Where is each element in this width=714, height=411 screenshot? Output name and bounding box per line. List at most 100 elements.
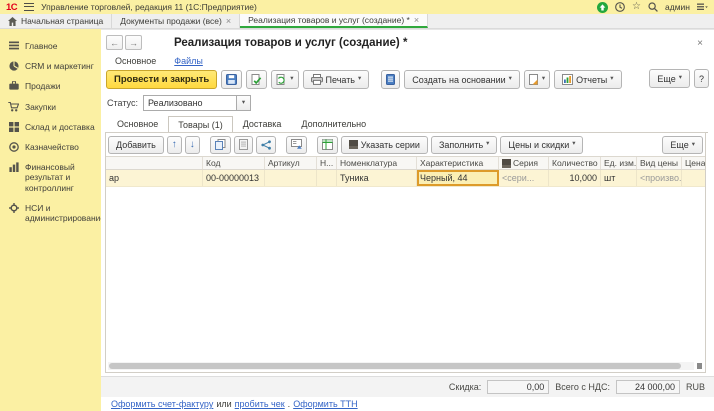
column-header-code[interactable]: Код (203, 157, 265, 169)
series-icon (502, 159, 511, 168)
discount-field[interactable]: 0,00 (487, 380, 549, 394)
sidebar-item-label: CRM и маркетинг (25, 61, 94, 71)
tab-sales-documents[interactable]: Документы продажи (все) × (112, 14, 240, 28)
column-header-price[interactable]: Цена (682, 157, 705, 169)
attached-files-button[interactable] (381, 70, 400, 89)
main-menu-icon[interactable] (24, 3, 34, 11)
move-up-button[interactable]: ↑ (167, 136, 182, 154)
forward-button[interactable]: → (125, 35, 142, 50)
discount-label: Скидка: (449, 382, 481, 392)
share-icon (261, 140, 271, 150)
cell-quantity[interactable]: 10,000 (549, 170, 601, 186)
cell-series[interactable]: <сери... (499, 170, 549, 186)
document-menu-button[interactable]: ▾ (524, 70, 550, 89)
scrollbar-corner[interactable] (697, 363, 702, 369)
cell-price[interactable] (682, 170, 705, 186)
tab-home[interactable]: Начальная страница (0, 14, 112, 28)
nav-link-main[interactable]: Основное (115, 56, 156, 66)
nav-link-files[interactable]: Файлы (174, 56, 203, 66)
column-header-type[interactable] (106, 157, 203, 169)
search-icon[interactable] (648, 2, 658, 12)
fill-button[interactable]: Заполнить ▾ (431, 136, 497, 154)
sidebar-item-crm[interactable]: CRM и маркетинг (0, 56, 101, 76)
horizontal-scrollbar[interactable] (108, 362, 694, 370)
create-based-on-button[interactable]: Создать на основании ▾ (404, 70, 520, 89)
column-header-series[interactable]: Серия (499, 157, 549, 169)
cell-code[interactable]: 00-00000013 (203, 170, 265, 186)
invoice-link[interactable]: Оформить счет-фактуру (111, 399, 213, 409)
sections-panel: Главное CRM и маркетинг Продажи Закупки … (0, 29, 101, 411)
prices-discounts-button[interactable]: Цены и скидки ▾ (500, 136, 583, 154)
sidebar-item-main[interactable]: Главное (0, 36, 101, 56)
back-button[interactable]: ← (106, 35, 123, 50)
sidebar-item-admin[interactable]: НСИ и администрирование (0, 198, 101, 228)
column-header-price-type[interactable]: Вид цены (637, 157, 682, 169)
column-header-characteristic[interactable]: Характеристика (417, 157, 499, 169)
close-icon[interactable]: × (226, 17, 231, 26)
sidebar-item-treasury[interactable]: Казначейство (0, 137, 101, 157)
close-icon[interactable]: × (414, 16, 419, 25)
send-menu-button[interactable]: ▾ (271, 70, 298, 89)
sidebar-item-label: Финансовый результат и контроллинг (25, 162, 99, 193)
pick-goods-button[interactable] (286, 136, 307, 154)
table-more-button[interactable]: Еще ▾ (662, 136, 703, 154)
help-button[interactable]: ? (694, 69, 709, 88)
share-button[interactable] (256, 136, 276, 154)
tab-delivery[interactable]: Доставка (233, 116, 292, 132)
column-header-unit[interactable]: Ед. изм. (601, 157, 637, 169)
tab-goods[interactable]: Товары (1) (168, 116, 232, 133)
column-header-nomenclature[interactable]: Номенклатура (337, 157, 417, 169)
prices-discounts-label: Цены и скидки (508, 140, 569, 150)
coin-icon (8, 142, 19, 152)
app-title: Управление торговлей, редакция 11 (1С:Пр… (41, 2, 257, 12)
column-header-quantity[interactable]: Количество (549, 157, 601, 169)
post-button[interactable] (246, 70, 267, 89)
add-row-button[interactable]: Добавить (108, 136, 164, 154)
tab-realization-label: Реализация товаров и услуг (создание) * (248, 15, 410, 25)
table-row[interactable]: ар 00-00000013 Туника Черный, 44 <сери..… (106, 170, 705, 187)
form-toolbar: Провести и закрыть ▾ Печать ▾ Создать н (106, 69, 709, 90)
current-user[interactable]: админ (665, 2, 690, 12)
status-dropdown-button[interactable]: ▾ (237, 95, 251, 111)
specify-series-button[interactable]: Указать серии (341, 136, 428, 154)
cell-price-type[interactable]: <произво... (637, 170, 682, 186)
cell-article[interactable] (265, 170, 317, 186)
paste-rows-button[interactable] (234, 136, 253, 154)
history-icon[interactable] (615, 2, 625, 12)
cell-n[interactable] (317, 170, 337, 186)
status-row: Статус: Реализовано ▾ (107, 95, 251, 111)
column-header-n[interactable]: Н... (317, 157, 337, 169)
more-button[interactable]: Еще ▾ (649, 69, 690, 88)
favorites-icon[interactable]: ☆ (632, 2, 641, 12)
save-button[interactable] (221, 70, 242, 89)
sidebar-item-purchases[interactable]: Закупки (0, 97, 101, 117)
print-button[interactable]: Печать ▾ (303, 70, 370, 89)
post-and-close-button[interactable]: Провести и закрыть (106, 70, 217, 89)
reports-button[interactable]: Отчеты ▾ (554, 70, 621, 89)
print-icon (311, 74, 323, 85)
notifications-icon[interactable] (597, 2, 608, 13)
sidebar-item-sales[interactable]: Продажи (0, 76, 101, 96)
load-table-button[interactable] (317, 136, 338, 154)
status-input[interactable]: Реализовано (143, 95, 237, 111)
bar-chart-icon (8, 162, 19, 172)
column-header-article[interactable]: Артикул (265, 157, 317, 169)
cell-nomenclature[interactable]: Туника (337, 170, 417, 186)
total-field[interactable]: 24 000,00 (616, 380, 680, 394)
sidebar-item-finance[interactable]: Финансовый результат и контроллинг (0, 157, 101, 198)
settings-menu-icon[interactable] (697, 3, 708, 11)
receipt-link[interactable]: пробить чек (235, 399, 285, 409)
cell-type[interactable]: ар (106, 170, 203, 186)
tab-extra[interactable]: Дополнительно (291, 116, 376, 132)
scrollbar-thumb[interactable] (109, 363, 681, 369)
close-form-icon[interactable]: × (697, 39, 703, 49)
tab-main[interactable]: Основное (107, 116, 168, 132)
copy-rows-button[interactable] (210, 136, 231, 154)
move-down-button[interactable]: ↓ (185, 136, 200, 154)
status-label: Статус: (107, 98, 138, 108)
sidebar-item-warehouse[interactable]: Склад и доставка (0, 117, 101, 137)
ttn-link[interactable]: Оформить ТТН (293, 399, 357, 409)
cell-characteristic-selected[interactable]: Черный, 44 (417, 170, 499, 186)
tab-realization[interactable]: Реализация товаров и услуг (создание) * … (240, 14, 428, 28)
cell-unit[interactable]: шт (601, 170, 637, 186)
